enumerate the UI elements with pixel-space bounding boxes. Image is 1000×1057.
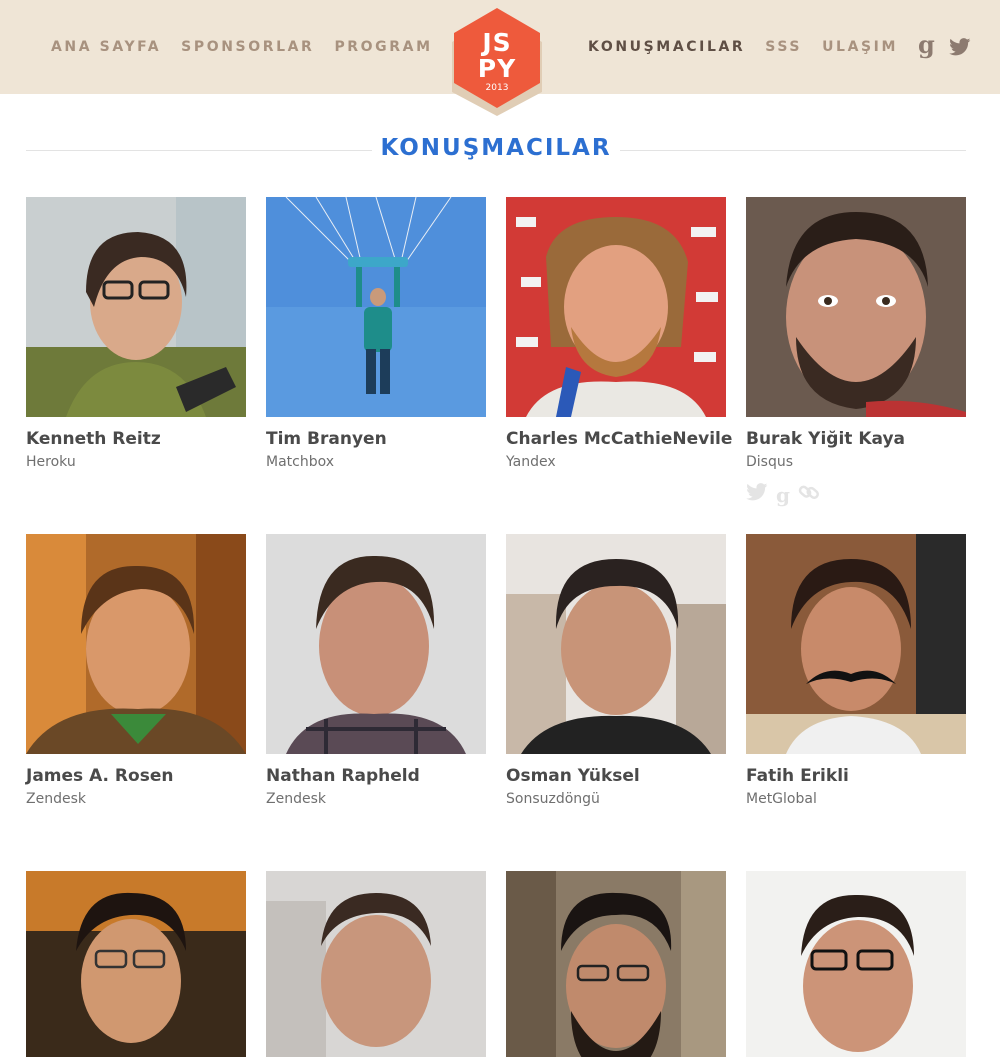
link-icon[interactable] bbox=[798, 482, 820, 507]
speaker-social-links: g bbox=[746, 482, 828, 507]
twitter-icon[interactable] bbox=[746, 483, 768, 506]
speaker-photo[interactable] bbox=[266, 534, 486, 754]
speaker-photo[interactable] bbox=[506, 197, 726, 417]
nav-link-ana-sayfa[interactable]: ANA SAYFA bbox=[51, 39, 161, 55]
speaker-company: Zendesk bbox=[26, 791, 86, 807]
speaker-photo[interactable] bbox=[26, 197, 246, 417]
nav-link-sss[interactable]: SSS bbox=[765, 39, 802, 55]
speaker-company: MetGlobal bbox=[746, 791, 817, 807]
nav-left: ANA SAYFA SPONSORLAR PROGRAM bbox=[51, 0, 453, 94]
logo-py-text: PY bbox=[477, 54, 517, 83]
speaker-name[interactable]: Burak Yiğit Kaya bbox=[746, 429, 976, 449]
speaker-photo[interactable] bbox=[746, 871, 966, 1057]
speaker-name[interactable]: James A. Rosen bbox=[26, 766, 256, 786]
speaker-name[interactable]: Fatih Erikli bbox=[746, 766, 976, 786]
section-title: KONUŞMACILAR bbox=[380, 135, 612, 161]
site-header: ANA SAYFA SPONSORLAR PROGRAM JS PY 2013 … bbox=[0, 0, 1000, 116]
twitter-icon[interactable] bbox=[948, 38, 971, 56]
speaker-company: Yandex bbox=[506, 454, 556, 470]
speaker-name[interactable]: Kenneth Reitz bbox=[26, 429, 256, 449]
heading-rule-left bbox=[26, 150, 372, 151]
speaker-company: Matchbox bbox=[266, 454, 335, 470]
google-plus-icon[interactable]: g bbox=[776, 485, 790, 505]
speaker-photo[interactable] bbox=[506, 871, 726, 1057]
speaker-name[interactable]: Osman Yüksel bbox=[506, 766, 736, 786]
speaker-company: Disqus bbox=[746, 454, 794, 470]
section-heading: KONUŞMACILAR bbox=[26, 135, 966, 165]
jspy-logo[interactable]: JS PY 2013 bbox=[452, 8, 542, 116]
speaker-photo[interactable] bbox=[26, 534, 246, 754]
nav-link-sponsorlar[interactable]: SPONSORLAR bbox=[181, 39, 314, 55]
logo-js-text: JS bbox=[482, 28, 512, 57]
nav-link-ulasim[interactable]: ULAŞIM bbox=[822, 39, 898, 55]
speaker-company: Heroku bbox=[26, 454, 76, 470]
speaker-photo[interactable] bbox=[506, 534, 726, 754]
speaker-name[interactable]: Charles McCathieNevile bbox=[506, 429, 736, 449]
logo-year-text: 2013 bbox=[485, 83, 509, 93]
speaker-photo[interactable] bbox=[746, 197, 966, 417]
speaker-company: Sonsuzdöngü bbox=[506, 791, 600, 807]
nav-link-konusmacilar[interactable]: KONUŞMACILAR bbox=[588, 39, 745, 55]
nav-right: KONUŞMACILAR SSS ULAŞIM g bbox=[588, 0, 971, 94]
nav-link-program[interactable]: PROGRAM bbox=[334, 39, 432, 55]
speaker-photo[interactable] bbox=[26, 871, 246, 1057]
speaker-company: Zendesk bbox=[266, 791, 326, 807]
speaker-name[interactable]: Nathan Rapheld bbox=[266, 766, 496, 786]
speaker-name[interactable]: Tim Branyen bbox=[266, 429, 496, 449]
speaker-photo[interactable] bbox=[746, 534, 966, 754]
heading-rule-right bbox=[620, 150, 966, 151]
speaker-photo[interactable] bbox=[266, 871, 486, 1057]
speaker-photo[interactable] bbox=[266, 197, 486, 417]
google-plus-icon[interactable]: g bbox=[918, 33, 935, 57]
